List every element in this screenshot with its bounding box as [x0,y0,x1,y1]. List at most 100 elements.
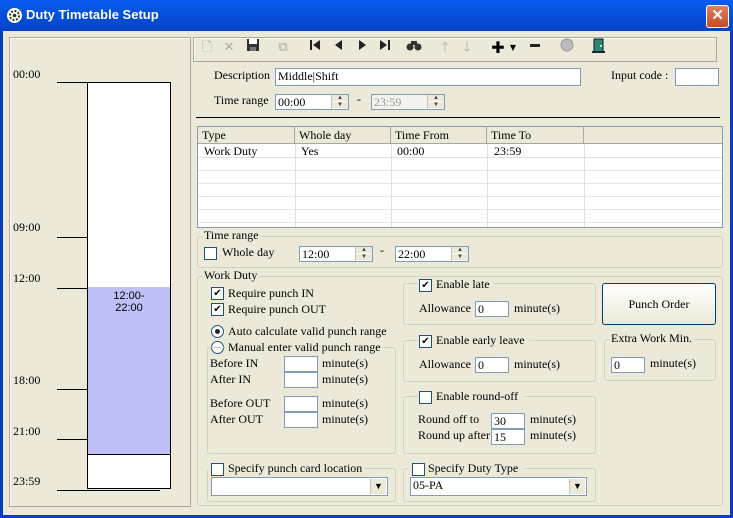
round-off-unit: minute(s) [530,412,576,426]
table-row[interactable]: Work Duty Yes 00:00 23:59 [198,144,722,158]
late-unit: minute(s) [514,301,560,315]
next-record-icon[interactable] [352,38,372,58]
disabled-circle-icon[interactable] [557,38,577,58]
column-line [584,144,585,227]
add-row-icon[interactable]: ✚ [488,38,508,58]
grid-header: Type Whole day Time From Time To [198,127,722,144]
auto-calc-radio[interactable] [211,325,224,338]
timeline-label: 18:00 [13,373,41,387]
before-in-input[interactable] [284,356,318,372]
duty-grid: Type Whole day Time From Time To Work Du… [197,126,723,228]
work-duty-group-label: Work Duty [202,268,260,283]
manual-label: Manual enter valid punch range [226,340,383,355]
enable-roundoff-checkbox[interactable] [419,391,432,404]
enable-early-label: Enable early leave [436,333,525,347]
chevron-down-icon[interactable]: ▼ [370,479,386,494]
after-out-label: After OUT [210,412,263,426]
duty-block-label-end: 22:00 [115,302,143,314]
time-range-label: Time range [214,93,269,107]
round-up-input[interactable]: 15 [491,429,525,445]
late-allowance-input[interactable]: 0 [475,301,509,317]
extra-work-input[interactable]: 0 [611,357,645,373]
toolbar [193,37,717,62]
require-in-checkbox[interactable]: ✔ [211,287,224,300]
after-in-input[interactable] [284,372,318,388]
range-from-input[interactable]: 12:00 ▲ ▼ [299,246,373,262]
timeline-tick [57,82,87,83]
prev-record-icon[interactable] [329,38,349,58]
timeline-tick [57,490,160,491]
save-icon[interactable] [243,38,263,58]
column-line [487,144,488,227]
input-code-label: Input code : [611,68,669,82]
first-record-icon[interactable] [305,38,325,58]
whole-day-label: Whole day [222,245,275,259]
timeline-tick [57,237,87,238]
add-dropdown-icon[interactable]: ▼ [508,38,518,58]
app-gear-icon [7,8,22,23]
range-from-spinner[interactable]: ▲ ▼ [355,247,372,261]
enable-early-checkbox[interactable]: ✔ [419,335,432,348]
after-out-input[interactable] [284,412,318,428]
early-allowance-label: Allowance [419,357,471,371]
require-in-label: Require punch IN [228,286,314,300]
column-line [391,144,392,227]
timeline-label: 12:00 [13,271,41,285]
time-from-spinner[interactable]: ▲ ▼ [331,95,348,109]
cell-type: Work Duty [204,144,258,158]
timeline-tick [57,389,87,390]
auto-calc-label: Auto calculate valid punch range [228,324,387,338]
column-header-time-from[interactable]: Time From [391,127,487,143]
cell-whole-day: Yes [301,144,319,158]
duty-type-select[interactable]: 05-PA ▼ [410,477,587,496]
time-range-group-label: Time range [202,228,261,243]
time-to-input[interactable]: 23:59 ▲ ▼ [371,94,445,110]
remove-row-icon[interactable] [525,38,545,58]
require-out-label: Require punch OUT [228,302,326,316]
last-record-icon[interactable] [375,38,395,58]
close-button[interactable]: ✕ [706,5,729,28]
time-from-input[interactable]: 00:00 ▲ ▼ [275,94,349,110]
location-checkbox[interactable] [211,463,224,476]
whole-day-checkbox[interactable] [204,247,217,260]
time-separator: - [357,92,361,106]
chevron-down-icon[interactable]: ▼ [569,479,585,494]
move-up-icon[interactable]: 🡑 [435,38,455,58]
enable-late-checkbox[interactable]: ✔ [419,279,432,292]
column-header-type[interactable]: Type [198,127,295,143]
cell-time-to: 23:59 [494,144,522,158]
before-out-label: Before OUT [210,396,271,410]
location-label: Specify punch card location [228,461,363,475]
window-title: Duty Timetable Setup [26,7,159,22]
column-header-whole-day[interactable]: Whole day [295,127,391,143]
range-to-input[interactable]: 22:00 ▲ ▼ [395,246,469,262]
location-select[interactable]: ▼ [211,477,388,496]
delete-icon[interactable]: ✕ [219,38,239,58]
duty-type-value: 05-PA [413,478,444,492]
require-out-checkbox[interactable]: ✔ [211,303,224,316]
column-header-time-to[interactable]: Time To [487,127,584,143]
range-to-spinner[interactable]: ▲ ▼ [451,247,468,261]
input-code-field[interactable] [675,68,719,86]
duty-time-block[interactable]: 12:00- 22:00 [88,287,170,455]
duty-type-label: Specify Duty Type [428,461,519,475]
after-out-unit: minute(s) [322,412,368,426]
find-icon[interactable] [404,38,424,58]
early-allowance-input[interactable]: 0 [475,357,509,373]
round-up-label: Round up after [418,428,490,442]
range-to-value: 22:00 [398,247,426,261]
copy-icon[interactable]: ⧉ [273,38,293,58]
before-out-input[interactable] [284,396,318,412]
round-off-label: Round off to [418,412,480,426]
punch-order-button[interactable]: Punch Order [602,283,716,325]
new-icon[interactable]: 🗋 [197,38,217,58]
round-off-input[interactable]: 30 [491,413,525,429]
time-to-spinner[interactable]: ▲ ▼ [427,95,444,109]
extra-work-label: Extra Work Min. [609,331,695,346]
duty-block-label-start: 12:00- [113,290,145,302]
duty-type-checkbox[interactable] [412,463,425,476]
move-down-icon[interactable]: 🡓 [457,38,477,58]
exit-door-icon[interactable] [588,38,608,58]
cell-time-from: 00:00 [397,144,425,158]
description-input[interactable]: Middle|Shift [275,68,581,86]
